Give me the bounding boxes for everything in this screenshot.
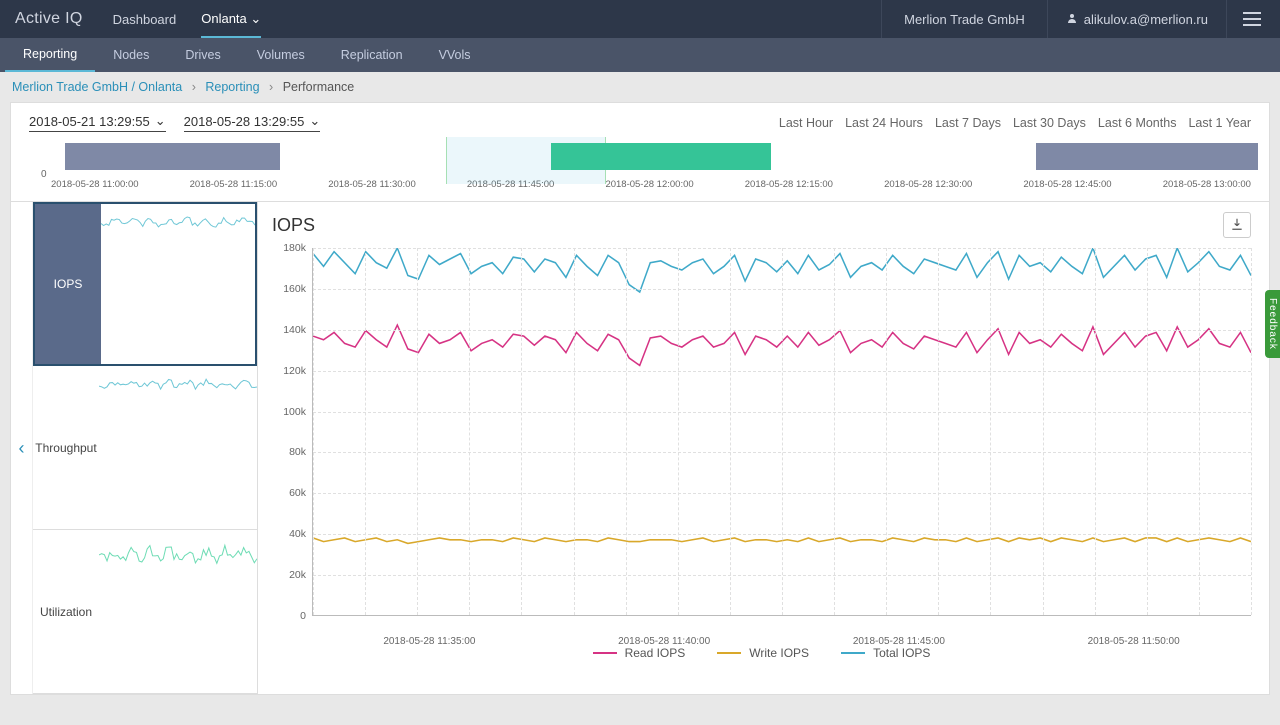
nav-context-dropdown[interactable]: Onlanta ⌄ [201,11,261,38]
metric-label: IOPS [35,204,101,364]
breadcrumb: Merlion Trade GmbH / Onlanta › Reporting… [0,72,1280,102]
download-icon [1230,217,1244,234]
download-button[interactable] [1223,212,1251,238]
crumb-current: Performance [283,80,355,94]
main-panel: 2018-05-21 13:29:55 ⌄ 2018-05-28 13:29:5… [10,102,1270,695]
subnav-vvols[interactable]: VVols [421,38,489,72]
subnav-nodes[interactable]: Nodes [95,38,167,72]
range-last-1y[interactable]: Last 1 Year [1188,116,1251,130]
feedback-tab[interactable]: Feedback [1265,290,1280,358]
metric-label: Throughput [33,366,99,529]
metric-list: IOPS Throughput Utilization [33,202,258,694]
chevron-down-icon: ⌄ [250,11,261,26]
chevron-left-icon: ‹ [19,438,25,459]
collapse-sidebar-button[interactable]: ‹ [11,202,33,694]
range-last-hour[interactable]: Last Hour [779,116,833,130]
nav-dashboard[interactable]: Dashboard [113,12,177,27]
range-last-24h[interactable]: Last 24 Hours [845,116,923,130]
quick-ranges: Last Hour Last 24 Hours Last 7 Days Last… [779,116,1251,130]
subnav-replication[interactable]: Replication [323,38,421,72]
chart-legend: Read IOPS Write IOPS Total IOPS [272,646,1251,660]
chart-title: IOPS [272,215,315,236]
brand-logo: Active IQ [15,10,83,28]
toolbar: 2018-05-21 13:29:55 ⌄ 2018-05-28 13:29:5… [11,103,1269,136]
range-last-30d[interactable]: Last 30 Days [1013,116,1086,130]
metric-throughput[interactable]: Throughput [33,366,257,530]
legend-write[interactable]: Write IOPS [717,646,809,660]
range-last-7d[interactable]: Last 7 Days [935,116,1001,130]
crumb-reporting[interactable]: Reporting [205,80,259,94]
metric-iops[interactable]: IOPS [33,202,257,366]
main-chart: 020k40k60k80k100k120k140k160k180k 2018-0… [272,244,1251,642]
mini-chart-throughput [99,366,257,529]
crumb-org[interactable]: Merlion Trade GmbH / Onlanta [12,80,182,94]
date-from-picker[interactable]: 2018-05-21 13:29:55 ⌄ [29,113,166,132]
user-icon [1066,12,1078,27]
mini-chart-utilization [99,530,257,693]
subnav-volumes[interactable]: Volumes [239,38,323,72]
top-bar: Active IQ Dashboard Onlanta ⌄ Merlion Tr… [0,0,1280,38]
overview-timeline[interactable]: 0 2018-05-28 11:00:002018-05-28 11:15:00… [11,136,1269,201]
metric-label: Utilization [33,530,99,693]
subnav-reporting[interactable]: Reporting [5,38,95,72]
mini-chart-iops [101,204,255,364]
chevron-down-icon: ⌄ [309,113,320,129]
chevron-down-icon: ⌄ [155,113,166,129]
chart-panel: IOPS 020k40k60k80k100k120k140k160k180k 2… [258,202,1269,694]
org-name[interactable]: Merlion Trade GmbH [881,0,1047,38]
overview-y-zero: 0 [41,169,47,180]
overview-x-ticks: 2018-05-28 11:00:002018-05-28 11:15:0020… [51,179,1251,190]
legend-total[interactable]: Total IOPS [841,646,930,660]
overview-bar [551,143,771,170]
legend-read[interactable]: Read IOPS [593,646,686,660]
date-to-picker[interactable]: 2018-05-28 13:29:55 ⌄ [184,113,321,132]
metric-utilization[interactable]: Utilization [33,530,257,694]
range-last-6m[interactable]: Last 6 Months [1098,116,1177,130]
overview-bar [65,143,280,170]
user-menu[interactable]: alikulov.a@merlion.ru [1047,0,1226,38]
hamburger-menu[interactable] [1226,0,1265,38]
subnav-drives[interactable]: Drives [167,38,238,72]
overview-bar [1036,143,1258,170]
sub-nav: Reporting Nodes Drives Volumes Replicati… [0,38,1280,72]
